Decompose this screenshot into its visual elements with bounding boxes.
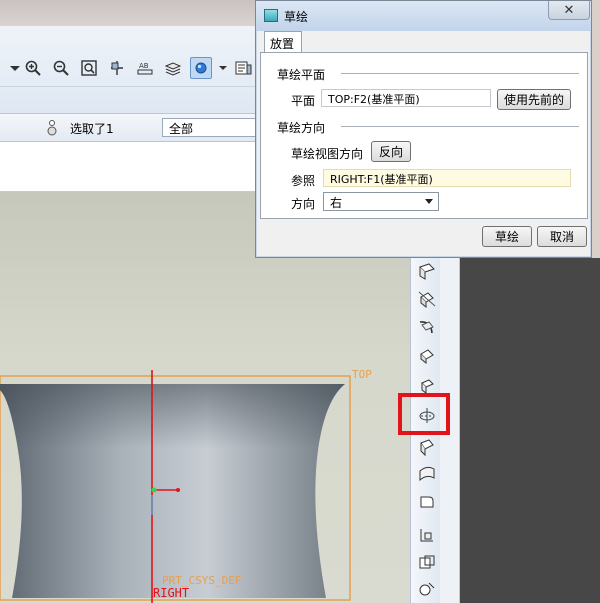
section-divider	[341, 73, 579, 74]
merge-icon[interactable]	[416, 578, 438, 600]
message-area	[0, 142, 258, 192]
side-panel	[460, 258, 600, 603]
boundary-icon[interactable]	[416, 524, 438, 546]
sketch-ok-button[interactable]: 草绘	[482, 226, 532, 247]
plane-reference-field[interactable]: TOP:F2(基准平面)	[321, 89, 491, 107]
csys-origin	[151, 487, 157, 493]
datum-plane-icon[interactable]	[416, 260, 438, 282]
surface-icon[interactable]	[416, 462, 438, 484]
selection-filter-select[interactable]: 全部	[162, 118, 258, 137]
main-toolbar: AB	[0, 26, 258, 114]
direction-select[interactable]: 右	[323, 192, 439, 211]
datum-label-right: RIGHT	[153, 586, 190, 600]
tab-placement[interactable]: 放置	[264, 31, 302, 53]
toolbar-divider	[0, 86, 258, 87]
layers-icon[interactable]	[162, 57, 184, 79]
section-divider	[341, 126, 579, 127]
datum-curve-icon[interactable]	[416, 316, 438, 338]
dialog-titlebar[interactable]: 草绘 ✕	[256, 1, 591, 31]
close-icon: ✕	[563, 2, 575, 18]
datum-point-icon[interactable]	[416, 344, 438, 366]
orientation-reference-field[interactable]: RIGHT:F1(基准平面)	[323, 169, 571, 187]
sketch-icon	[264, 9, 278, 22]
datum-label-top: TOP	[352, 368, 372, 381]
plane-label: 平面	[291, 94, 316, 108]
placement-panel: 草绘平面 平面 TOP:F2(基准平面) 使用先前的 草绘方向 草绘视图方向 反…	[260, 52, 588, 219]
reference-label: 参照	[291, 174, 316, 188]
text-ab-icon[interactable]: AB	[134, 57, 156, 79]
direction-label: 方向	[291, 197, 316, 211]
mirror-icon[interactable]	[416, 436, 438, 458]
sketch-dialog: 草绘 ✕ 放置 草绘平面 平面 TOP:F2(基准平面) 使用先前的 草绘方向 …	[255, 0, 592, 258]
close-button[interactable]: ✕	[548, 1, 590, 20]
zoom-out-icon[interactable]	[50, 57, 72, 79]
reorient-icon[interactable]	[106, 57, 128, 79]
view-manager-icon[interactable]	[232, 57, 254, 79]
model-view	[0, 370, 351, 603]
refit-icon[interactable]	[78, 57, 100, 79]
sketch-plane-heading: 草绘平面	[277, 68, 326, 82]
selection-status-bar: 选取了1 全部	[0, 114, 258, 142]
zoom-in-icon[interactable]	[22, 57, 44, 79]
blend-icon[interactable]	[416, 490, 438, 512]
display-style-icon[interactable]	[190, 57, 212, 79]
offset-icon[interactable]	[416, 552, 438, 574]
dialog-title: 草绘	[284, 10, 309, 24]
view-direction-label: 草绘视图方向	[291, 147, 364, 161]
selection-filter-icon	[47, 120, 57, 136]
direction-value: 右	[330, 196, 343, 210]
cancel-button[interactable]: 取消	[537, 226, 587, 247]
datum-axis-icon[interactable]	[416, 288, 438, 310]
selection-count: 选取了1	[70, 122, 114, 136]
chevron-down-icon	[425, 199, 433, 204]
svg-text:AB: AB	[139, 62, 149, 70]
highlight-annotation	[398, 393, 450, 435]
sketch-orientation-heading: 草绘方向	[277, 121, 326, 135]
use-previous-button[interactable]: 使用先前的	[497, 89, 571, 110]
flip-button[interactable]: 反向	[371, 141, 411, 162]
chevron-down-icon[interactable]	[212, 57, 234, 79]
